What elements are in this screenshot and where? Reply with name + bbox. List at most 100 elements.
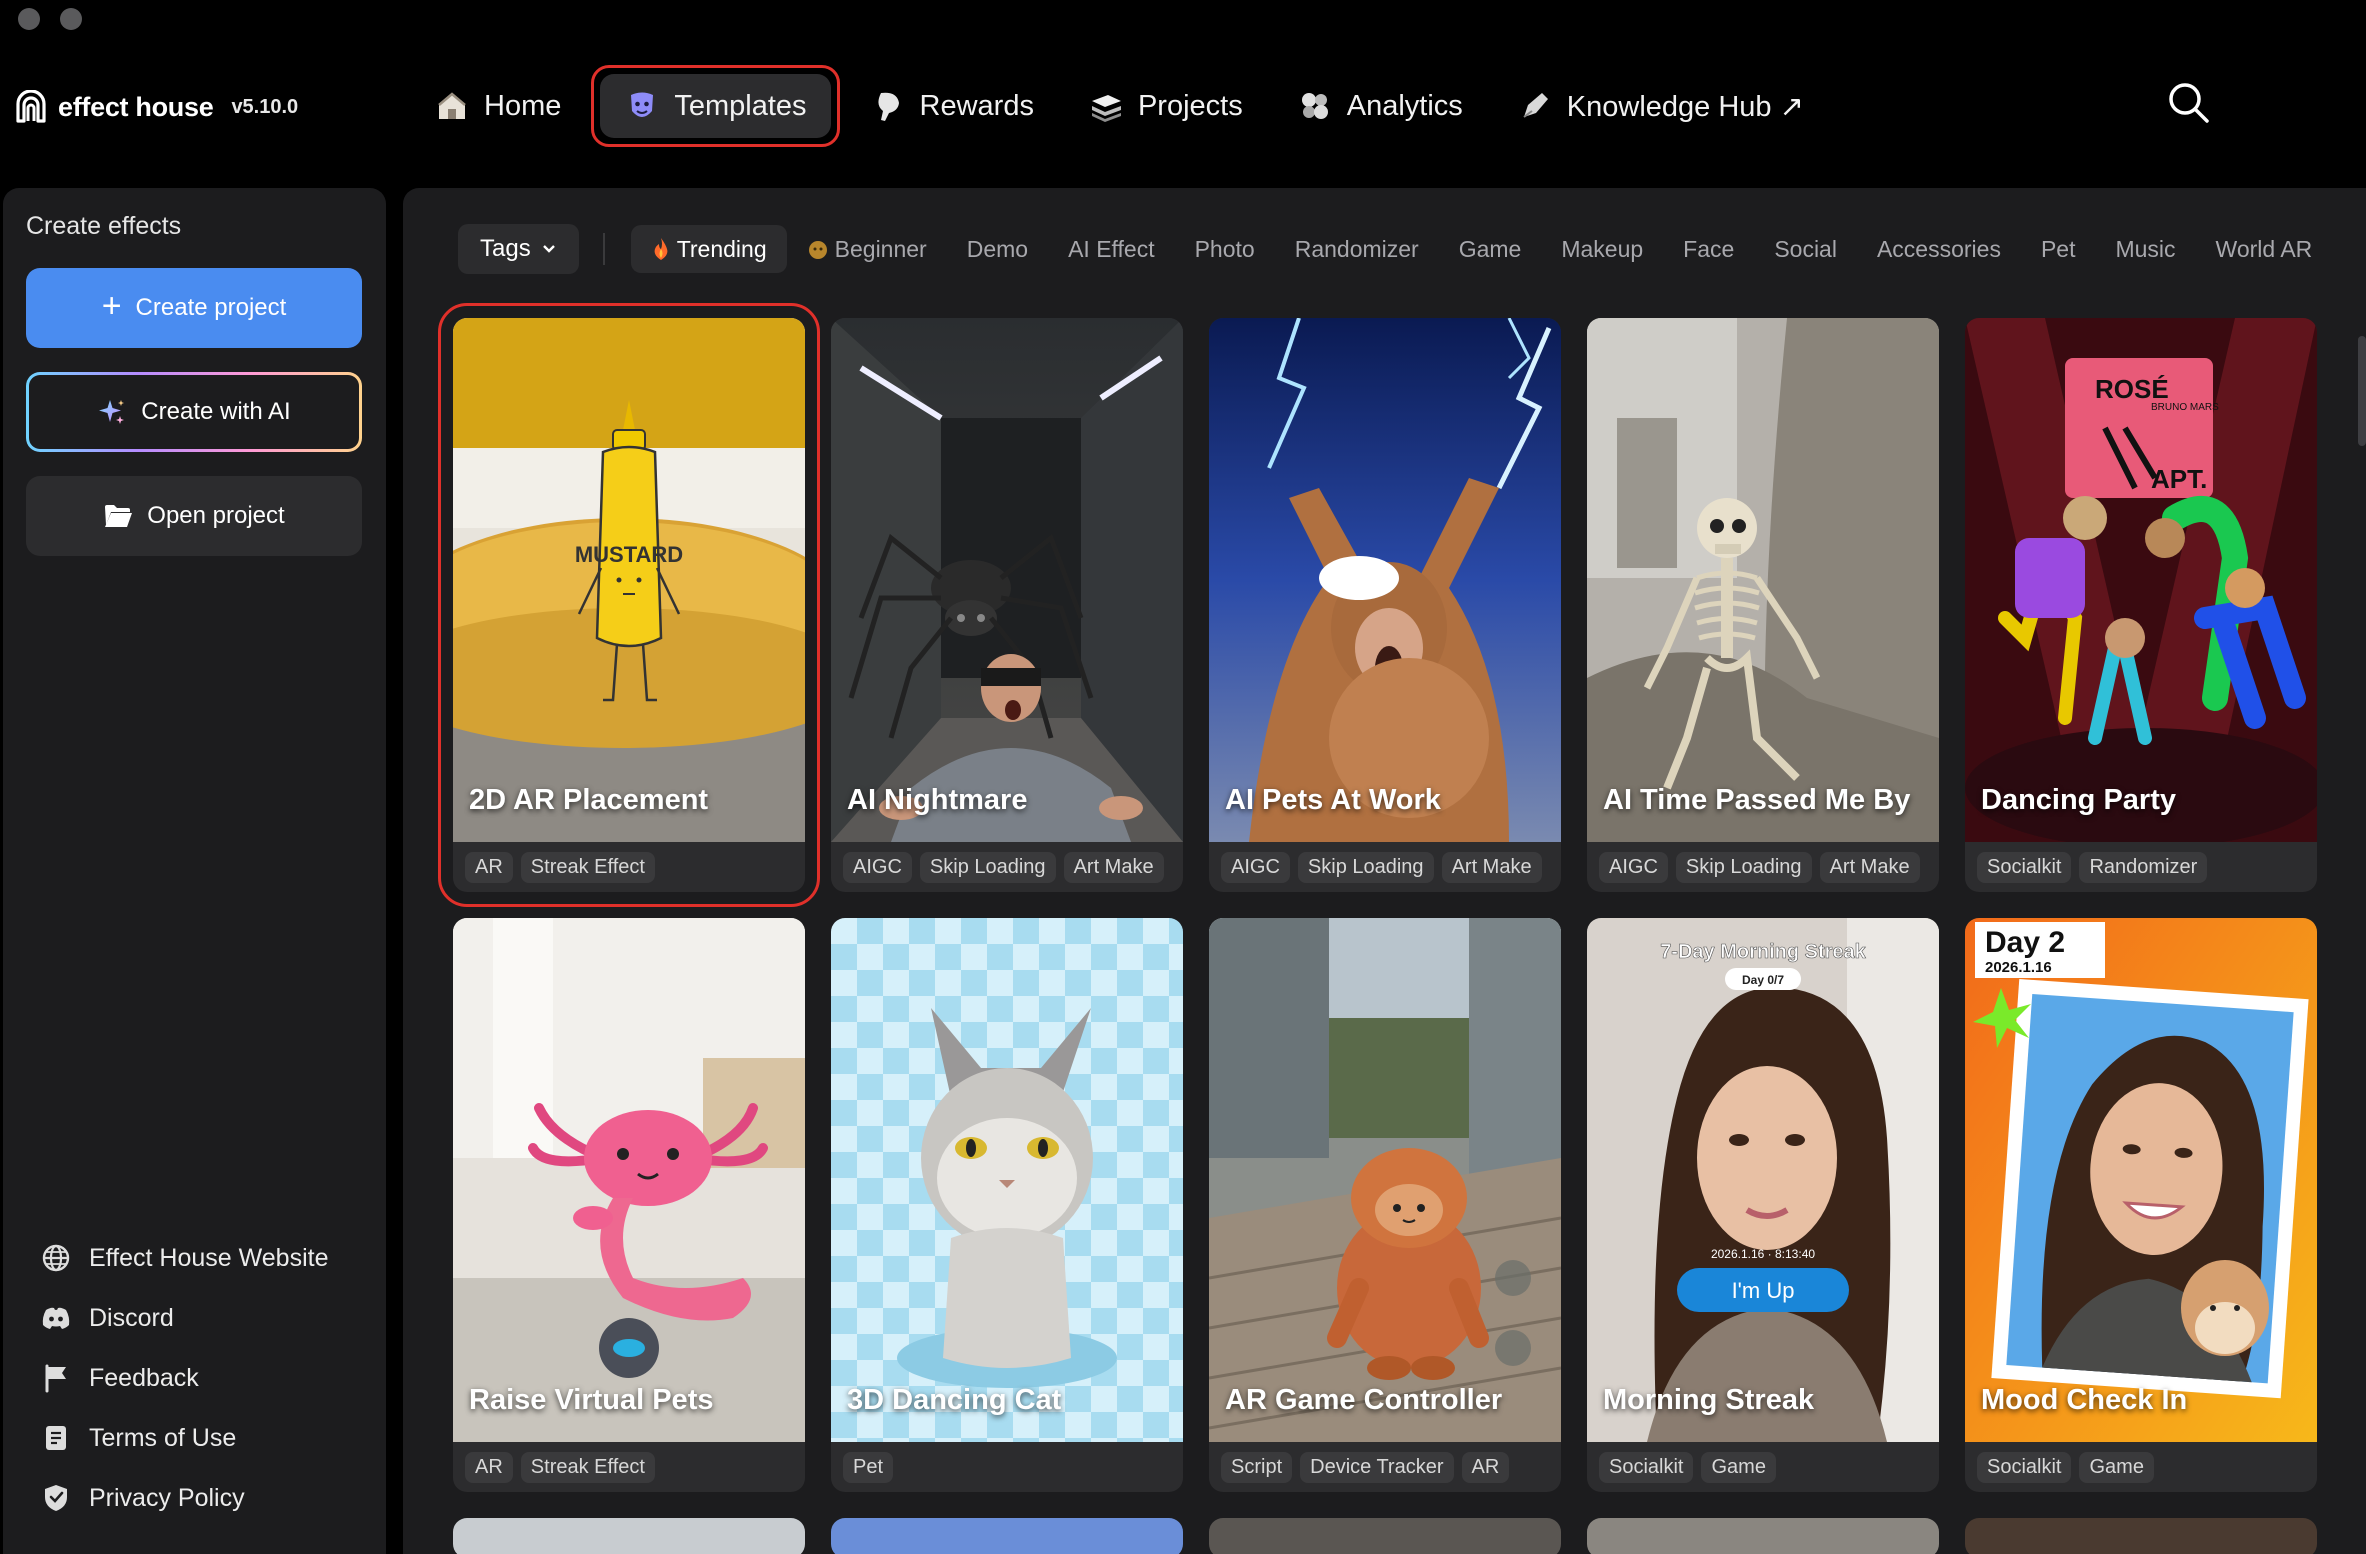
template-thumbnail (831, 918, 1183, 1442)
link-effect-house-website[interactable]: Effect House Website (41, 1228, 328, 1288)
template-thumbnail (831, 318, 1183, 842)
sparkle-icon (99, 400, 125, 424)
streak-button-text: I'm Up (1732, 1278, 1795, 1303)
nav-rewards[interactable]: Rewards (846, 74, 1058, 138)
tags-dropdown-label: Tags (480, 235, 531, 262)
link-terms-of-use[interactable]: Terms of Use (41, 1408, 328, 1468)
link-feedback[interactable]: Feedback (41, 1348, 328, 1408)
template-card[interactable]: AI Nightmare AIGC Skip Loading Art Make (831, 318, 1183, 892)
template-card[interactable] (1587, 1518, 1939, 1554)
effect-house-logo-icon (16, 90, 46, 123)
chevron-down-icon (542, 245, 555, 253)
chip-face[interactable]: Face (1663, 225, 1754, 273)
template-thumbnail: MUSTARD (453, 318, 805, 842)
grid-scrollbar[interactable] (2358, 336, 2366, 446)
link-discord[interactable]: Discord (41, 1288, 328, 1348)
nav-analytics-label: Analytics (1346, 89, 1463, 122)
nav-projects[interactable]: Projects (1064, 74, 1267, 138)
template-card[interactable]: AI Time Passed Me By AIGC Skip Loading A… (1587, 318, 1939, 892)
sidebar-title: Create effects (26, 212, 182, 240)
chip-game[interactable]: Game (1439, 225, 1542, 273)
nav-knowledge-hub-label: Knowledge Hub ↗ (1566, 90, 1804, 123)
template-tag: AR (465, 1452, 513, 1483)
templates-panel: Tags Trending Beginner Demo AI Effect Ph… (403, 188, 2366, 1554)
discord-icon (41, 1303, 71, 1333)
template-thumbnail (831, 1518, 1183, 1554)
sidebar: Create effects + Create project Create w… (3, 188, 386, 1554)
chip-world-ar[interactable]: World AR (2196, 225, 2333, 273)
main-nav: Home Templates Rewards Projects Analytic… (410, 60, 1828, 152)
template-tag: Skip Loading (1675, 852, 1812, 883)
template-tags: Script Device Tracker AR (1221, 1452, 1557, 1483)
template-tag: AIGC (843, 852, 912, 883)
chip-trending-label: Trending (676, 235, 767, 262)
template-tag: Socialkit (1977, 852, 2072, 883)
nav-analytics[interactable]: Analytics (1273, 74, 1487, 138)
open-project-button[interactable]: Open project (26, 476, 362, 556)
link-feedback-label: Feedback (89, 1363, 199, 1392)
chip-accessories-label: Accessories (1876, 235, 2001, 262)
templates-icon (624, 88, 660, 124)
beginner-icon (808, 241, 827, 259)
create-project-button[interactable]: + Create project (26, 268, 362, 348)
chip-trending[interactable]: Trending (630, 225, 787, 273)
template-title: AI Pets At Work (1225, 784, 1441, 816)
nav-home-label: Home (484, 89, 562, 122)
album-apt-label: APT. (2151, 464, 2207, 494)
search-button[interactable] (2166, 80, 2216, 130)
template-tags: AR Streak Effect (465, 852, 801, 883)
template-tag: Game (1701, 1452, 1776, 1483)
chip-beginner[interactable]: Beginner (787, 225, 947, 273)
chip-pet[interactable]: Pet (2021, 225, 2096, 273)
template-title: Raise Virtual Pets (469, 1384, 714, 1416)
search-icon (2169, 83, 2209, 123)
chip-social[interactable]: Social (1754, 225, 1857, 273)
streak-time-text: 2026.1.16 · 8:13:40 (1711, 1247, 1815, 1261)
template-card[interactable]: 3D Dancing Cat Pet (831, 918, 1183, 1492)
chip-randomizer[interactable]: Randomizer (1275, 225, 1439, 273)
template-tag: Game (2079, 1452, 2154, 1483)
template-card[interactable]: ROSÉ BRUNO MARS APT. Dancing Party Socia… (1965, 318, 2317, 892)
template-card[interactable]: Raise Virtual Pets AR Streak Effect (453, 918, 805, 1492)
template-card[interactable] (453, 1518, 805, 1554)
template-title: 2D AR Placement (469, 784, 709, 816)
chip-makeup[interactable]: Makeup (1541, 225, 1663, 273)
template-card[interactable]: Day 2 2026.1.16 Mood Check In Socialkit … (1965, 918, 2317, 1492)
template-tag: Streak Effect (520, 852, 655, 883)
chip-music[interactable]: Music (2095, 225, 2195, 273)
nav-home[interactable]: Home (410, 74, 585, 138)
mustard-label: MUSTARD (575, 542, 683, 567)
template-card[interactable] (1965, 1518, 2317, 1554)
link-discord-label: Discord (89, 1303, 174, 1332)
window-close-dot[interactable] (18, 8, 40, 30)
chip-demo[interactable]: Demo (947, 225, 1048, 273)
template-card[interactable]: MUSTARD 2D AR Placement AR Streak Effect (438, 303, 820, 907)
album-rose-label: ROSÉ (2095, 374, 2169, 404)
tags-dropdown[interactable]: Tags (458, 224, 579, 274)
template-title: AR Game Controller (1225, 1384, 1503, 1416)
template-tag: Socialkit (1977, 1452, 2072, 1483)
analytics-icon (1297, 88, 1333, 124)
template-card[interactable]: AI Pets At Work AIGC Skip Loading Art Ma… (1209, 318, 1561, 892)
template-tag: AR (465, 852, 513, 883)
nav-knowledge-hub[interactable]: Knowledge Hub ↗ (1493, 74, 1828, 138)
template-title: AI Nightmare (847, 784, 1028, 816)
template-title: Morning Streak (1603, 1384, 1815, 1416)
chip-accessories[interactable]: Accessories (1857, 225, 2021, 273)
create-with-ai-button[interactable]: Create with AI (26, 372, 362, 452)
template-card[interactable]: AR Game Controller Script Device Tracker… (1209, 918, 1561, 1492)
create-with-ai-label: Create with AI (141, 398, 291, 425)
chip-social-label: Social (1774, 235, 1837, 262)
nav-templates[interactable]: Templates (600, 74, 831, 138)
chip-ai-effect[interactable]: AI Effect (1048, 225, 1175, 273)
chip-photo[interactable]: Photo (1175, 225, 1275, 273)
chip-face-label: Face (1683, 235, 1735, 262)
template-card[interactable] (1209, 1518, 1561, 1554)
link-effect-house-website-label: Effect House Website (89, 1243, 329, 1272)
template-card[interactable]: 7-Day Morning Streak Day 0/7 2026.1.16 ·… (1587, 918, 1939, 1492)
link-privacy-policy[interactable]: Privacy Policy (41, 1468, 328, 1528)
template-tag: Socialkit (1599, 1452, 1694, 1483)
window-minimize-dot[interactable] (60, 8, 82, 30)
template-card[interactable] (831, 1518, 1183, 1554)
template-tags: Socialkit Game (1599, 1452, 1935, 1483)
